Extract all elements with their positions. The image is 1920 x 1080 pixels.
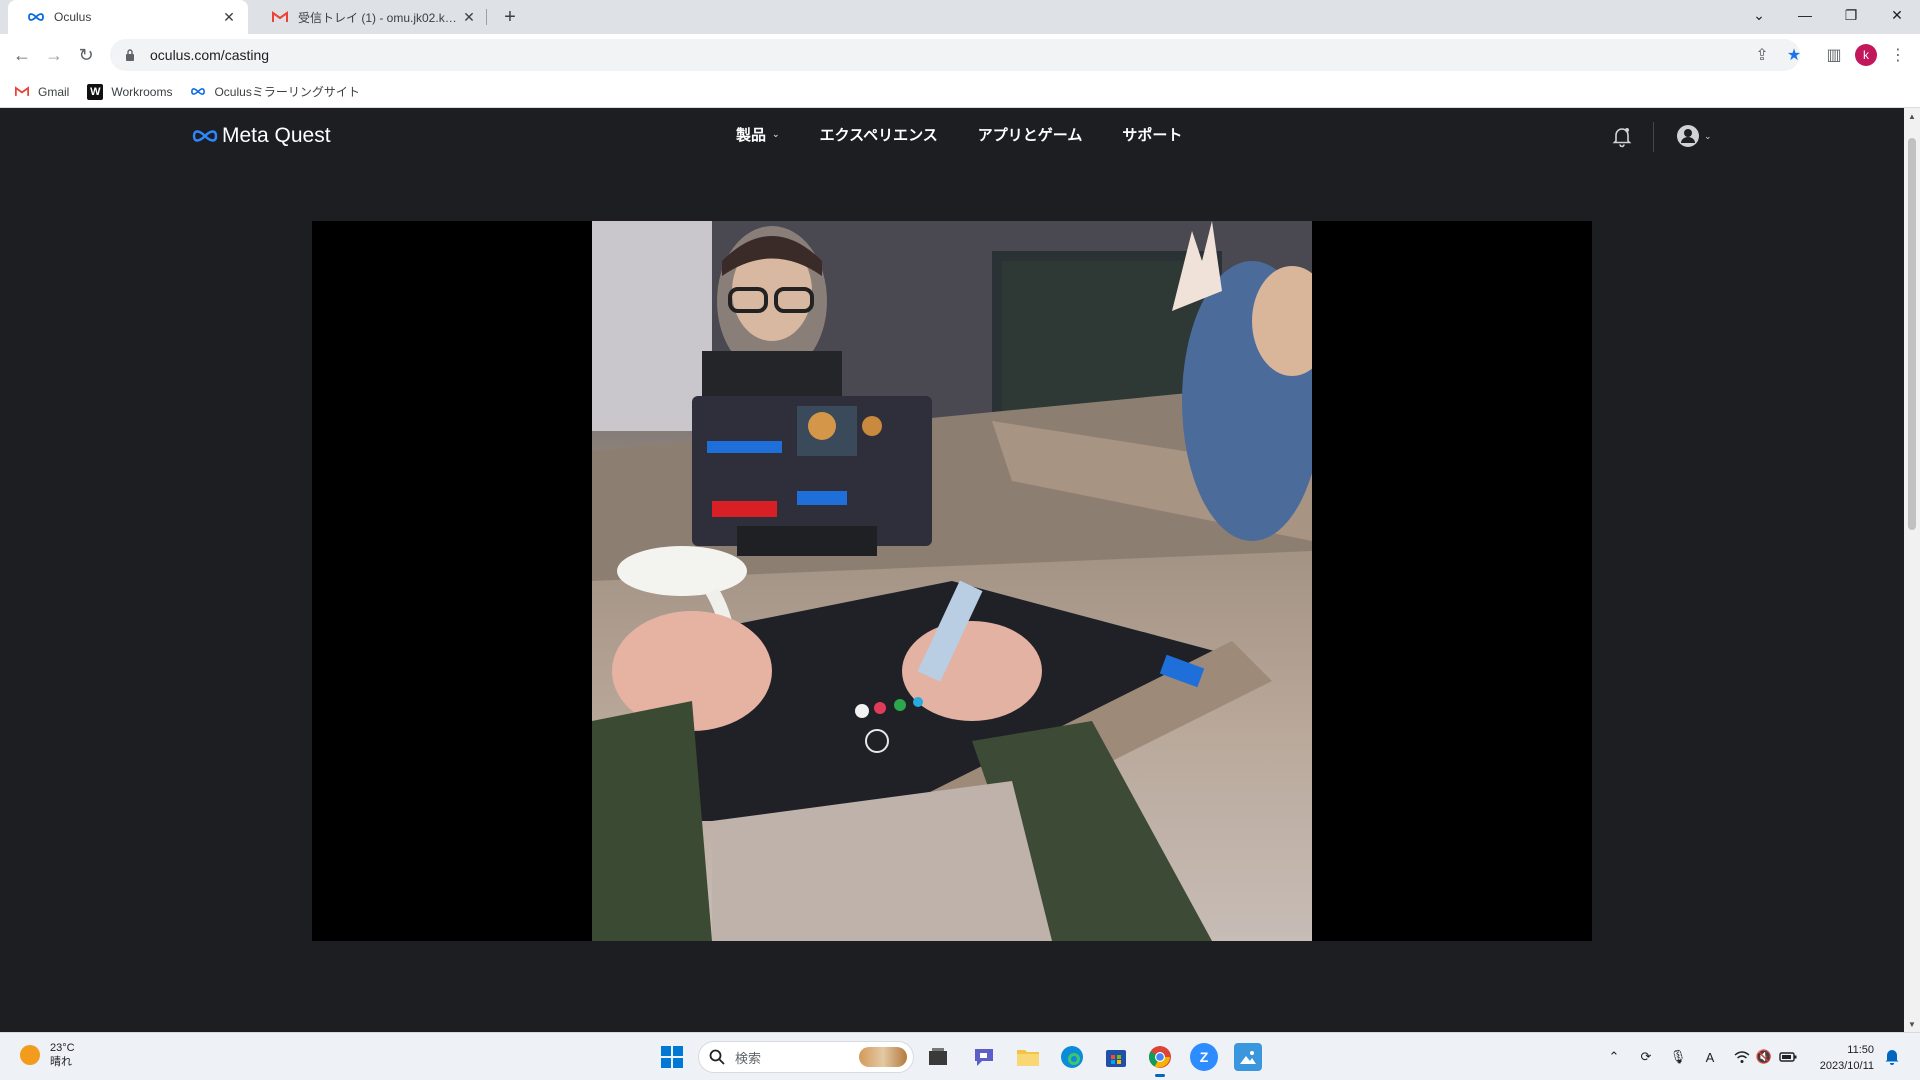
- tab-gmail[interactable]: 受信トレイ (1) - omu.jk02.kosen@ ✕: [252, 0, 488, 34]
- taskbar-search[interactable]: 検索: [698, 1041, 914, 1073]
- gmail-icon: [14, 84, 30, 100]
- nav-label: サポート: [1122, 127, 1183, 144]
- notification-bell-icon[interactable]: [1884, 1047, 1902, 1065]
- nav-apps-and-games[interactable]: アプリとゲーム: [978, 124, 1083, 145]
- share-icon[interactable]: ⇪: [1750, 43, 1774, 67]
- gmail-icon: [272, 9, 288, 25]
- search-highlight-image: [859, 1047, 907, 1067]
- account-icon: [1677, 125, 1699, 147]
- casting-video-stream: [592, 221, 1312, 941]
- side-panel-icon[interactable]: ▥: [1822, 43, 1846, 67]
- windows-taskbar: 23°C 晴れ 検索 Z ⌃ ⟳ 🎙 A 🔇 11:50 2023/10/11: [0, 1032, 1920, 1080]
- edge-icon[interactable]: [1058, 1043, 1086, 1071]
- volume-muted-icon[interactable]: 🔇: [1754, 1047, 1774, 1067]
- weather-condition: 晴れ: [50, 1056, 72, 1068]
- bookmarks-bar: Gmail W Workrooms Oculusミラーリングサイト: [0, 76, 1920, 108]
- lock-icon: [124, 49, 136, 61]
- workrooms-icon: W: [87, 83, 104, 100]
- tab-title: 受信トレイ (1) - omu.jk02.kosen@: [298, 10, 460, 25]
- task-view-icon[interactable]: [924, 1043, 952, 1071]
- chevron-down-icon: ⌄: [772, 129, 780, 139]
- microphone-icon[interactable]: 🎙: [1668, 1047, 1688, 1067]
- meta-infinity-icon: [28, 9, 44, 25]
- browser-tab-strip: Oculus ✕ 受信トレイ (1) - omu.jk02.kosen@ ✕ +…: [0, 0, 1920, 34]
- close-tab-icon[interactable]: ✕: [460, 8, 478, 26]
- bookmark-label: Oculusミラーリングサイト: [214, 85, 360, 99]
- account-menu[interactable]: ⌄: [1676, 124, 1712, 148]
- main-nav: 製品 ⌄ エクスペリエンス アプリとゲーム サポート: [736, 124, 1222, 145]
- notification-bell-icon[interactable]: [1610, 124, 1634, 148]
- minimize-button[interactable]: —: [1782, 0, 1828, 30]
- meta-infinity-icon: [192, 130, 218, 142]
- header-divider: [1653, 122, 1654, 152]
- close-window-button[interactable]: ✕: [1874, 0, 1920, 30]
- bookmark-star-icon[interactable]: ★: [1782, 43, 1806, 67]
- casting-player[interactable]: [312, 221, 1592, 941]
- new-tab-button[interactable]: +: [498, 5, 522, 29]
- store-icon[interactable]: [1102, 1043, 1130, 1071]
- nav-support[interactable]: サポート: [1122, 124, 1182, 145]
- sun-icon: [20, 1045, 40, 1065]
- url-text: oculus.com/casting: [150, 47, 270, 63]
- bookmark-gmail[interactable]: Gmail: [14, 84, 69, 100]
- nav-products[interactable]: 製品 ⌄: [736, 124, 780, 145]
- photos-icon[interactable]: [1234, 1043, 1262, 1071]
- meet-icon[interactable]: [970, 1043, 998, 1071]
- battery-icon[interactable]: [1778, 1047, 1798, 1067]
- weather-widget[interactable]: 23°C 晴れ: [20, 1041, 75, 1069]
- windows-start-icon[interactable]: [660, 1045, 684, 1069]
- show-hidden-icons-chevron[interactable]: ⌃: [1604, 1047, 1624, 1067]
- folder-icon[interactable]: [1014, 1043, 1042, 1071]
- search-placeholder: 検索: [735, 1050, 762, 1066]
- search-icon: [709, 1049, 725, 1065]
- close-tab-icon[interactable]: ✕: [220, 8, 238, 26]
- page-scrollbar[interactable]: ▲ ▼: [1904, 108, 1920, 1032]
- meta-infinity-icon: [190, 84, 206, 100]
- chevron-down-icon: ⌄: [1704, 130, 1712, 141]
- nav-label: エクスペリエンス: [819, 127, 938, 144]
- forward-arrow-icon[interactable]: →: [40, 41, 68, 69]
- profile-avatar[interactable]: k: [1855, 44, 1877, 66]
- tab-oculus[interactable]: Oculus ✕: [8, 0, 248, 34]
- kebab-menu-icon[interactable]: ⋮: [1886, 43, 1910, 67]
- wifi-icon[interactable]: [1732, 1047, 1752, 1067]
- weather-temp: 23°C: [50, 1042, 75, 1054]
- browser-toolbar: ← → ↻ oculus.com/casting ⇪ ★ ▥ k ⋮: [0, 34, 1920, 76]
- page-content: Meta Quest 製品 ⌄ エクスペリエンス アプリとゲーム サポート ⌄: [0, 108, 1904, 1032]
- brand-name: Meta Quest: [222, 124, 331, 147]
- address-bar[interactable]: oculus.com/casting: [110, 39, 1800, 71]
- scroll-up-arrow-icon[interactable]: ▲: [1904, 108, 1920, 124]
- nav-label: 製品: [736, 127, 767, 144]
- scroll-down-arrow-icon[interactable]: ▼: [1904, 1016, 1920, 1032]
- tab-separator: [486, 9, 487, 25]
- tab-title: Oculus: [54, 10, 92, 24]
- sync-icon[interactable]: ⟳: [1636, 1047, 1656, 1067]
- tab-search-chevron-icon[interactable]: ⌄: [1736, 0, 1782, 30]
- chrome-icon[interactable]: [1146, 1043, 1174, 1077]
- bookmark-label: Workrooms: [111, 84, 173, 99]
- site-header: Meta Quest 製品 ⌄ エクスペリエンス アプリとゲーム サポート ⌄: [0, 108, 1904, 172]
- clock-date: 2023/10/11: [1819, 1060, 1874, 1072]
- vr-scene-image: [592, 221, 1312, 941]
- bookmark-label: Gmail: [38, 84, 70, 99]
- restore-button[interactable]: ❐: [1828, 0, 1874, 30]
- reload-icon[interactable]: ↻: [72, 41, 100, 69]
- meta-quest-logo[interactable]: Meta Quest: [192, 124, 331, 148]
- system-clock[interactable]: 11:50 2023/10/11: [1812, 1042, 1874, 1074]
- zoom-icon[interactable]: Z: [1190, 1043, 1218, 1071]
- nav-label: アプリとゲーム: [977, 127, 1083, 144]
- bookmark-workrooms[interactable]: W Workrooms: [87, 83, 173, 100]
- input-method-icon[interactable]: A: [1700, 1047, 1720, 1067]
- back-arrow-icon[interactable]: ←: [8, 41, 36, 69]
- clock-time: 11:50: [1847, 1044, 1874, 1056]
- scrollbar-thumb[interactable]: [1908, 138, 1916, 530]
- nav-experiences[interactable]: エクスペリエンス: [820, 124, 938, 145]
- bookmark-oculus-mirroring[interactable]: Oculusミラーリングサイト: [190, 83, 360, 100]
